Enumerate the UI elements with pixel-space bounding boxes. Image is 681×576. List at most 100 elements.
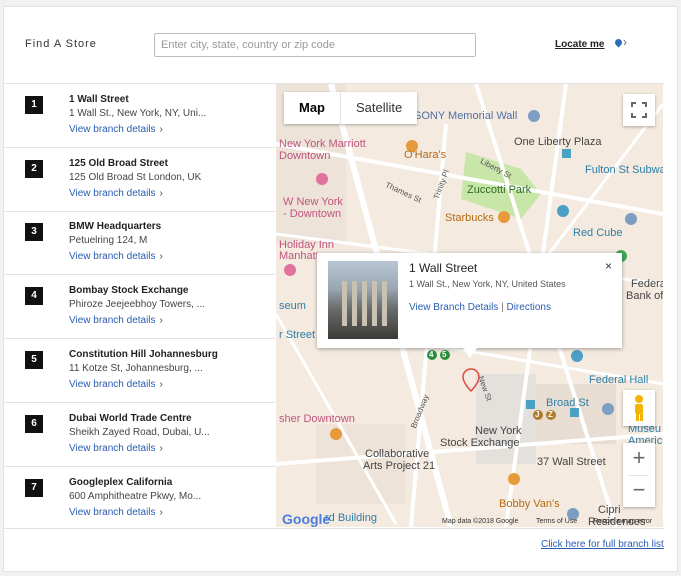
map-label: One Liberty Plaza [514,136,602,148]
map-label: Collaborative [365,448,430,460]
chevron-right-icon: › [159,315,163,326]
view-branch-details-label[interactable]: View branch details [69,124,156,135]
zoom-control: + − [623,443,655,507]
location-pin-icon[interactable] [613,37,624,48]
chevron-right-icon: › [159,188,163,199]
subway-line-4: 4 [429,350,434,359]
map-type-satellite-button[interactable]: Satellite [340,92,417,124]
store-number-badge: 3 [25,223,43,241]
photo-column [382,281,387,326]
store-name: Googleplex California [69,477,173,488]
view-branch-details-link[interactable]: View Branch Details [409,302,498,313]
zoom-in-button[interactable]: + [623,443,655,475]
map-label: sher Downtown [279,413,355,425]
map-label: Arts Project 21 [363,460,436,472]
photo-column [342,281,347,326]
view-branch-details-link[interactable]: View branch details › [69,507,163,518]
view-branch-details-link[interactable]: View branch details › [69,188,163,199]
photo-column [372,281,377,326]
map-label: SONY Memorial Wall [414,110,518,122]
store-number-badge: 2 [25,160,43,178]
map-label: Cipri [598,504,621,516]
list-item[interactable]: 5 Constitution Hill Johannesburg 11 Kotz… [4,339,275,403]
poi-marker [498,211,510,223]
poi-marker [316,173,328,185]
map-label: seum [279,300,306,312]
subway-line-j: J [535,410,540,419]
chevron-right-icon: › [159,379,163,390]
map-label: W New York [283,196,343,208]
poi-marker [557,205,569,217]
subway-line-5: 5 [442,350,447,359]
info-window-links: View Branch Details | Directions [409,302,551,313]
location-photo [328,261,398,339]
zoom-out-button[interactable]: − [623,476,655,507]
subway-icon [570,408,579,417]
store-number-badge: 5 [25,351,43,369]
map-type-control: Map Satellite [284,92,418,124]
search-input[interactable] [154,33,476,57]
map-label: Red Cube [573,227,623,239]
map-info-window: 1 Wall Street 1 Wall St., New York, NY, … [317,253,622,358]
poi-marker [508,473,520,485]
full-branch-list-link[interactable]: Click here for full branch list [541,539,664,550]
map-label: rd Building [325,512,377,524]
subway-icon [562,149,571,158]
poi-marker [284,264,296,276]
list-item[interactable]: 6 Dubai World Trade Centre Sheikh Zayed … [4,403,275,467]
close-icon[interactable]: × [605,259,612,273]
report-map-error-link[interactable]: Report a map error [593,518,652,525]
poi-marker [602,403,614,415]
list-item[interactable]: 3 BMW Headquarters Petuelring 124, M Vie… [4,211,275,275]
map-type-map-button[interactable]: Map [284,92,340,124]
map-panel[interactable]: SONY Memorial Wall New York Marriott Dow… [276,84,663,527]
view-branch-details-label[interactable]: View branch details [69,251,156,262]
map-label: Fulton St Subwa [585,164,663,176]
chevron-right-icon: › [159,507,163,518]
store-address: 600 Amphitheatre Pkwy, Mo... [69,491,202,502]
view-branch-details-link[interactable]: View branch details › [69,315,163,326]
chevron-right-icon[interactable]: › [623,35,627,49]
directions-link[interactable]: Directions [506,302,550,313]
google-logo: Google [282,511,331,527]
link-separator: | [501,302,504,313]
list-item[interactable]: 2 125 Old Broad Street 125 Old Broad St … [4,148,275,212]
list-item[interactable]: 7 Googleplex California 600 Amphitheatre… [4,467,275,531]
store-number-badge: 6 [25,415,43,433]
list-item[interactable]: 1 1 Wall Street 1 Wall St., New York, NY… [4,84,275,148]
terms-of-use-link[interactable]: Terms of Use [536,518,577,525]
map-label: Broad St [546,397,589,409]
view-branch-details-link[interactable]: View branch details › [69,443,163,454]
store-address: Petuelring 124, M [69,235,148,246]
view-branch-details-label[interactable]: View branch details [69,315,156,326]
view-branch-details-link[interactable]: View branch details › [69,124,163,135]
view-branch-details-label[interactable]: View branch details [69,379,156,390]
footer-divider [4,528,664,529]
fullscreen-icon [631,102,647,118]
store-number-badge: 7 [25,479,43,497]
street-view-button[interactable] [623,390,655,426]
poi-marker [571,350,583,362]
subway-icon [526,400,535,409]
store-number-badge: 4 [25,287,43,305]
photo-column [352,281,357,326]
store-number-badge: 1 [25,96,43,114]
locate-me-link[interactable]: Locate me [555,39,604,50]
map-label: Starbucks [445,212,494,224]
list-item[interactable]: 4 Bombay Stock Exchange Phiroze Jeejeebh… [4,275,275,339]
store-name: Dubai World Trade Centre [69,413,192,424]
store-name: Bombay Stock Exchange [69,285,189,296]
view-branch-details-label[interactable]: View branch details [69,443,156,454]
map-label: New York Marriott [279,138,366,150]
subway-line-z: Z [548,410,553,419]
store-locator-card: Find A Store Locate me › 1 1 Wall Street… [3,6,678,572]
view-branch-details-label[interactable]: View branch details [69,507,156,518]
view-branch-details-link[interactable]: View branch details › [69,251,163,262]
fullscreen-button[interactable] [623,94,655,126]
info-window-title: 1 Wall Street [409,261,478,275]
view-branch-details-link[interactable]: View branch details › [69,379,163,390]
map-label: Bobby Van's [499,498,560,510]
view-branch-details-label[interactable]: View branch details [69,188,156,199]
poi-marker [528,110,540,122]
chevron-right-icon: › [159,443,163,454]
